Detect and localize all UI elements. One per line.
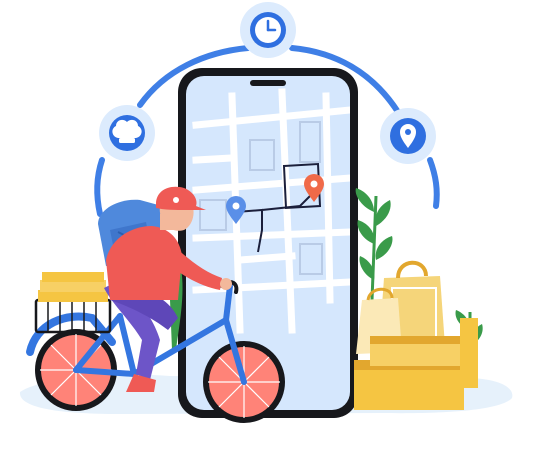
chef-hat-icon <box>99 105 155 161</box>
delivery-illustration <box>19 2 513 423</box>
location-pin-icon <box>380 108 436 164</box>
orbit-arc-lower-right <box>427 157 440 209</box>
orbit-arc-lower-left <box>94 157 105 217</box>
clock-icon <box>240 2 296 58</box>
